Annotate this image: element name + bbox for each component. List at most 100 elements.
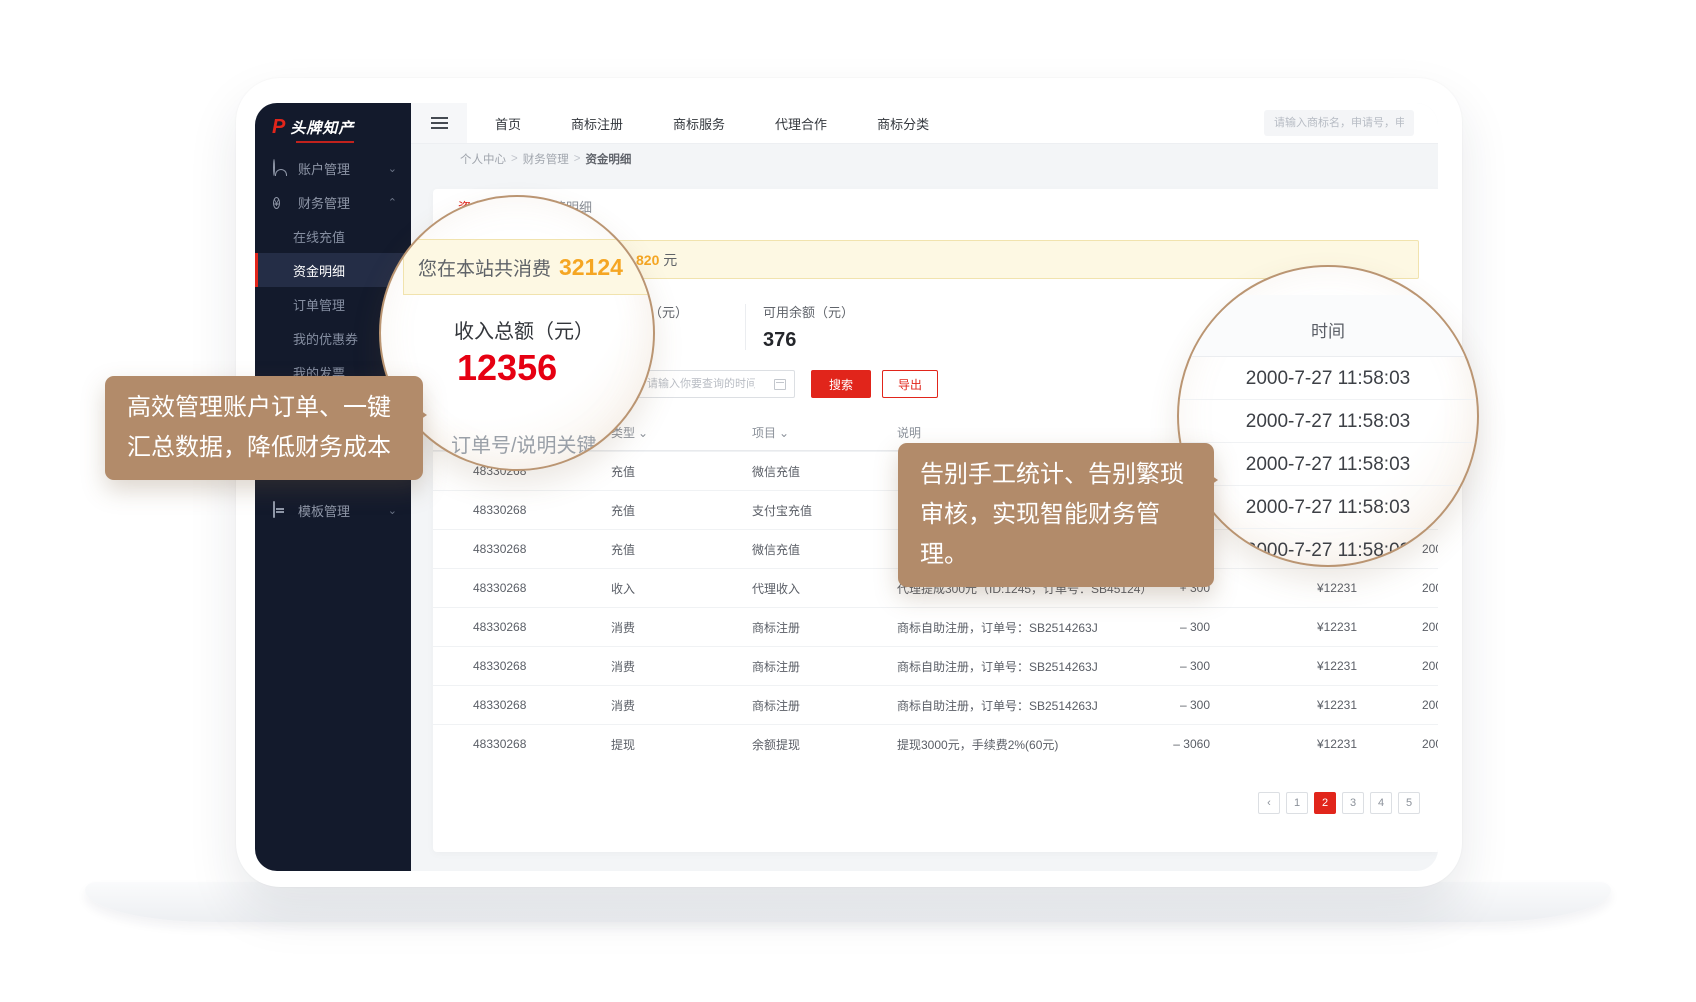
breadcrumb-current: 资金明细 xyxy=(585,151,631,167)
cell-time: 2000-7-27 11:58:03 xyxy=(1357,581,1438,595)
cell-balance: ¥12231 xyxy=(1210,581,1357,595)
nav-item-trademark-category[interactable]: 商标分类 xyxy=(877,114,929,133)
chevron-down-icon: ⌄ xyxy=(638,426,648,440)
table-row: 48330268 消费 商标注册 商标自助注册，订单号：SB2514263J –… xyxy=(433,685,1438,724)
stat-label: 可用余额（元） xyxy=(763,302,854,321)
pagination-page-3[interactable]: 3 xyxy=(1342,792,1364,814)
cell-type: 消费 xyxy=(611,658,752,675)
laptop-base xyxy=(85,882,1611,922)
sidebar-item-template[interactable]: 模板管理 ⌄ xyxy=(255,493,411,527)
pagination-page-2[interactable]: 2 xyxy=(1314,792,1336,814)
export-button[interactable]: 导出 xyxy=(882,370,938,398)
breadcrumb-separator: > xyxy=(511,153,518,165)
cell-time: 2000-7-27 11:58:03 xyxy=(1357,698,1438,712)
chevron-down-icon: ⌄ xyxy=(779,426,789,440)
cell-order: 48330268 xyxy=(473,581,611,595)
grid-icon xyxy=(273,502,289,518)
brand-subline xyxy=(296,141,354,143)
date-input-wrap xyxy=(638,370,795,398)
nav-menu: 首页 商标注册 商标服务 代理合作 商标分类 xyxy=(495,114,929,133)
cell-project: 微信充值 xyxy=(752,463,897,480)
page: P 头牌知产 账户管理 ⌄ ¥ 财务管理 ⌃ 在线充值 资金明细 订单管理 我的… xyxy=(0,0,1696,1002)
table-row: 48330268 消费 商标注册 商标自助注册，订单号：SB2514263J –… xyxy=(433,607,1438,646)
sidebar: P 头牌知产 账户管理 ⌄ ¥ 财务管理 ⌃ 在线充值 资金明细 订单管理 我的… xyxy=(255,103,411,871)
brand-logo[interactable]: P 头牌知产 xyxy=(255,103,411,151)
cell-desc: 商标自助注册，订单号：SB2514263J xyxy=(897,697,1140,714)
top-navbar: 首页 商标注册 商标服务 代理合作 商标分类 xyxy=(411,103,1438,144)
hamburger-icon xyxy=(431,114,448,132)
cell-order: 48330268 xyxy=(473,737,611,751)
cell-type: 消费 xyxy=(611,697,752,714)
nav-item-trademark-service[interactable]: 商标服务 xyxy=(673,114,725,133)
magnified-banner: 您在本站共消费 32124 xyxy=(403,239,655,295)
cell-balance: ¥12231 xyxy=(1210,737,1357,751)
cell-type: 提现 xyxy=(611,736,752,753)
date-input[interactable] xyxy=(639,371,763,397)
cell-type: 充值 xyxy=(611,463,752,480)
search-input[interactable] xyxy=(1264,110,1414,136)
cell-project: 微信充值 xyxy=(752,541,897,558)
nav-item-agent-coop[interactable]: 代理合作 xyxy=(775,114,827,133)
cell-order: 48330268 xyxy=(473,620,611,634)
sidebar-toggle-button[interactable] xyxy=(411,103,467,143)
magnified-income-label: 收入总额（元） xyxy=(454,315,594,344)
pagination-prev-button[interactable]: ‹ xyxy=(1258,792,1280,814)
magnified-time-list: 2000-7-27 11:58:03 2000-7-27 11:58:03 20… xyxy=(1179,357,1477,567)
cell-time: 2000-7-27 11:58:03 xyxy=(1357,659,1438,673)
sidebar-item-account[interactable]: 账户管理 ⌄ xyxy=(255,151,411,185)
user-icon xyxy=(273,160,289,176)
magnified-keyword-text: 订单号/说明关键 xyxy=(451,429,597,458)
col-header-project[interactable]: 项目⌄ xyxy=(752,424,897,441)
cell-type: 充值 xyxy=(611,541,752,558)
calendar-icon[interactable] xyxy=(774,379,786,390)
cell-desc: 商标自助注册，订单号：SB2514263J xyxy=(897,619,1140,636)
cell-project: 商标注册 xyxy=(752,619,897,636)
cell-balance: ¥12231 xyxy=(1210,659,1357,673)
cell-project: 商标注册 xyxy=(752,697,897,714)
breadcrumb-item[interactable]: 财务管理 xyxy=(523,151,569,167)
cell-type: 消费 xyxy=(611,619,752,636)
cell-order: 48330268 xyxy=(473,503,611,517)
magnified-time-header: 时间 xyxy=(1179,295,1477,357)
search-button[interactable]: 搜索 xyxy=(811,370,871,398)
magnifier-circle-right: 时间 2000-7-27 11:58:03 2000-7-27 11:58:03… xyxy=(1177,265,1479,567)
pagination-page-4[interactable]: 4 xyxy=(1370,792,1392,814)
breadcrumb: 个人中心 > 财务管理 > 资金明细 xyxy=(411,144,1438,174)
magnified-income-value: 12356 xyxy=(457,347,557,389)
table-row: 48330268 消费 商标注册 商标自助注册，订单号：SB2514263J –… xyxy=(433,646,1438,685)
nav-item-trademark-register[interactable]: 商标注册 xyxy=(571,114,623,133)
cell-balance: ¥12231 xyxy=(1210,620,1357,634)
sidebar-item-finance[interactable]: ¥ 财务管理 ⌃ xyxy=(255,185,411,219)
sidebar-item-label: 模板管理 xyxy=(298,501,350,520)
cell-desc: 提现3000元，手续费2%(60元) xyxy=(897,736,1140,753)
col-header-type[interactable]: 类型⌄ xyxy=(611,424,752,441)
cell-type: 充值 xyxy=(611,502,752,519)
sidebar-item-label: 账户管理 xyxy=(298,159,350,178)
cell-project: 余额提现 xyxy=(752,736,897,753)
sidebar-item-label: 财务管理 xyxy=(298,193,350,212)
callout-right: 告别手工统计、告别繁琐审核，实现智能财务管理。 xyxy=(898,443,1214,587)
cell-project: 支付宝充值 xyxy=(752,502,897,519)
pagination-page-1[interactable]: 1 xyxy=(1286,792,1308,814)
cell-order: 48330268 xyxy=(473,659,611,673)
pagination-page-5[interactable]: 5 xyxy=(1398,792,1420,814)
cell-amount: – 300 xyxy=(1140,620,1210,634)
cell-desc: 商标自助注册，订单号：SB2514263J xyxy=(897,658,1140,675)
cell-amount: – 3060 xyxy=(1140,737,1210,751)
cell-order: 48330268 xyxy=(473,698,611,712)
nav-item-home[interactable]: 首页 xyxy=(495,114,521,133)
chevron-down-icon: ⌄ xyxy=(388,162,397,175)
cell-type: 收入 xyxy=(611,580,752,597)
magnified-time: 2000-7-27 11:58:03 xyxy=(1179,357,1477,400)
cell-project: 代理收入 xyxy=(752,580,897,597)
brand-p-icon: P xyxy=(272,116,285,139)
chevron-up-icon: ⌃ xyxy=(388,196,397,209)
breadcrumb-item[interactable]: 个人中心 xyxy=(460,151,506,167)
col-header-desc: 说明 xyxy=(897,424,1140,441)
sidebar-item-online-recharge[interactable]: 在线充值 xyxy=(255,219,411,253)
callout-left: 高效管理账户订单、一键汇总数据，降低财务成本 xyxy=(105,376,423,480)
pagination: ‹ 1 2 3 4 5 xyxy=(1258,792,1420,814)
magnified-time: 2000-7-27 11:58:03 xyxy=(1179,486,1477,529)
stat-divider xyxy=(745,304,746,350)
cell-balance: ¥12231 xyxy=(1210,698,1357,712)
